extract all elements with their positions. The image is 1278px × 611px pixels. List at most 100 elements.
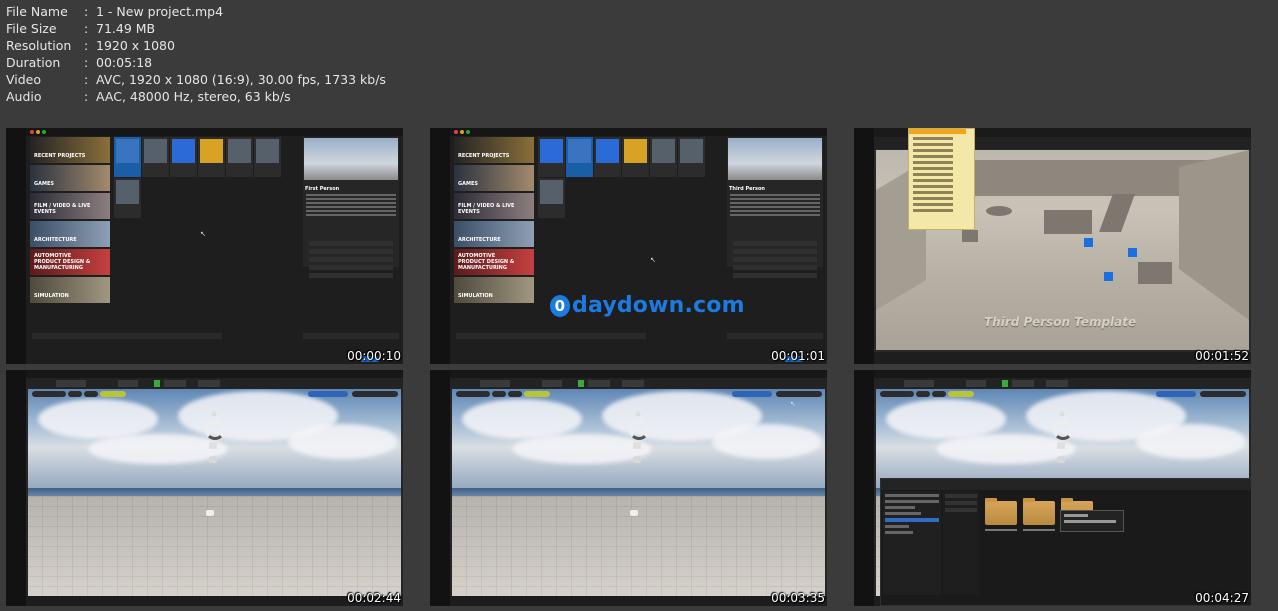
- toolbar-group[interactable]: [480, 380, 510, 387]
- player-start-icon[interactable]: [206, 510, 214, 516]
- template-tile[interactable]: [254, 137, 281, 177]
- light-gizmo[interactable]: [620, 410, 660, 470]
- template-tile[interactable]: [594, 137, 621, 177]
- content-browser[interactable]: [880, 478, 1251, 606]
- viewport-menu-button[interactable]: [916, 391, 930, 397]
- transform-tools[interactable]: [732, 391, 772, 397]
- viewport-menu-button[interactable]: [456, 391, 490, 397]
- project-name-field[interactable]: [727, 333, 823, 339]
- player-start-icon[interactable]: [630, 510, 638, 516]
- menu-item[interactable]: [909, 129, 966, 134]
- viewport-menu-button[interactable]: [492, 391, 506, 397]
- video-thumbnail[interactable]: RECENT PROJECTS GAMES FILM / VIDEO & LIV…: [430, 128, 827, 364]
- video-thumbnail[interactable]: 00:02:44: [6, 370, 403, 606]
- category-item[interactable]: ARCHITECTURE: [30, 221, 110, 247]
- template-tile[interactable]: [678, 137, 705, 177]
- folder-icon[interactable]: [985, 498, 1017, 525]
- scalability-badge[interactable]: [524, 391, 550, 397]
- menu-item[interactable]: [913, 209, 953, 212]
- context-menu-item[interactable]: [1064, 520, 1116, 523]
- toolbar-group[interactable]: [1046, 380, 1068, 387]
- folder-icon[interactable]: [1023, 498, 1055, 525]
- menu-item[interactable]: [913, 173, 953, 176]
- category-item[interactable]: AUTOMOTIVE PRODUCT DESIGN & MANUFACTURIN…: [454, 249, 534, 275]
- file-menu-dropdown[interactable]: [908, 128, 975, 230]
- filters-panel[interactable]: [943, 491, 979, 595]
- toolbar-group[interactable]: [1012, 380, 1034, 387]
- video-thumbnail[interactable]: ↖ 00:03:35: [430, 370, 827, 606]
- menu-item[interactable]: [913, 191, 953, 194]
- toolbar-group[interactable]: [622, 380, 644, 387]
- template-tile[interactable]: [566, 137, 593, 177]
- menu-item[interactable]: [913, 137, 953, 140]
- toolbar-group[interactable]: [966, 380, 986, 387]
- template-tile[interactable]: [114, 178, 141, 218]
- template-tile[interactable]: [622, 137, 649, 177]
- toolbar-group[interactable]: [198, 380, 220, 387]
- timestamp: 00:00:10: [347, 349, 401, 363]
- context-menu[interactable]: [1060, 510, 1124, 532]
- toolbar-group[interactable]: [164, 380, 186, 387]
- category-item[interactable]: FILM / VIDEO & LIVE EVENTS: [454, 193, 534, 219]
- menu-item[interactable]: [913, 179, 953, 182]
- video-thumbnail[interactable]: Third Person Template 00:01:52: [854, 128, 1251, 364]
- template-tile[interactable]: [650, 137, 677, 177]
- menu-item[interactable]: [913, 203, 953, 206]
- toolbar-group[interactable]: [588, 380, 610, 387]
- category-item[interactable]: GAMES: [454, 165, 534, 191]
- viewport-menu-button[interactable]: [508, 391, 522, 397]
- category-item[interactable]: ARCHITECTURE: [454, 221, 534, 247]
- scalability-badge[interactable]: [100, 391, 126, 397]
- project-name-field[interactable]: [303, 333, 399, 339]
- play-icon[interactable]: [154, 380, 160, 387]
- menu-item[interactable]: [913, 197, 953, 200]
- viewport-menu-button[interactable]: [880, 391, 914, 397]
- menu-item[interactable]: [913, 149, 953, 152]
- transform-tools[interactable]: [308, 391, 348, 397]
- light-gizmo[interactable]: [196, 410, 236, 470]
- template-tile[interactable]: [114, 137, 141, 177]
- toolbar-group[interactable]: [56, 380, 86, 387]
- snap-settings[interactable]: [352, 391, 398, 397]
- category-item[interactable]: RECENT PROJECTS: [454, 137, 534, 163]
- scalability-badge[interactable]: [948, 391, 974, 397]
- project-location-field[interactable]: [32, 333, 222, 339]
- menu-item[interactable]: [913, 161, 953, 164]
- template-tile[interactable]: [170, 137, 197, 177]
- category-item[interactable]: AUTOMOTIVE PRODUCT DESIGN & MANUFACTURIN…: [30, 249, 110, 275]
- viewport-menu-button[interactable]: [84, 391, 98, 397]
- category-item[interactable]: RECENT PROJECTS: [30, 137, 110, 163]
- toolbar-group[interactable]: [118, 380, 138, 387]
- toolbar-group[interactable]: [542, 380, 562, 387]
- menu-item[interactable]: [913, 143, 953, 146]
- viewport-menu-button[interactable]: [932, 391, 946, 397]
- asset-view[interactable]: [981, 491, 1249, 595]
- menu-item[interactable]: [913, 167, 953, 170]
- video-thumbnail[interactable]: RECENT PROJECTS GAMES FILM / VIDEO & LIV…: [6, 128, 403, 364]
- template-tile[interactable]: [538, 137, 565, 177]
- category-item[interactable]: FILM / VIDEO & LIVE EVENTS: [30, 193, 110, 219]
- template-tile[interactable]: [142, 137, 169, 177]
- light-gizmo[interactable]: [1044, 410, 1084, 470]
- template-tile[interactable]: [226, 137, 253, 177]
- selected-folder[interactable]: [885, 518, 939, 522]
- menu-item[interactable]: [913, 185, 953, 188]
- viewport-menu-button[interactable]: [32, 391, 66, 397]
- folder-tree[interactable]: [883, 491, 941, 595]
- transform-tools[interactable]: [1156, 391, 1196, 397]
- template-tile[interactable]: [198, 137, 225, 177]
- category-item[interactable]: SIMULATION: [454, 277, 534, 303]
- toolbar-group[interactable]: [904, 380, 934, 387]
- template-tile[interactable]: [538, 178, 565, 218]
- video-thumbnail[interactable]: 00:04:27: [854, 370, 1251, 606]
- menu-item[interactable]: [913, 155, 953, 158]
- viewport-menu-button[interactable]: [68, 391, 82, 397]
- snap-settings[interactable]: [776, 391, 822, 397]
- category-item[interactable]: SIMULATION: [30, 277, 110, 303]
- project-location-field[interactable]: [456, 333, 646, 339]
- snap-settings[interactable]: [1200, 391, 1246, 397]
- play-icon[interactable]: [578, 380, 584, 387]
- play-icon[interactable]: [1002, 380, 1008, 387]
- context-menu-item[interactable]: [1064, 514, 1088, 517]
- category-item[interactable]: GAMES: [30, 165, 110, 191]
